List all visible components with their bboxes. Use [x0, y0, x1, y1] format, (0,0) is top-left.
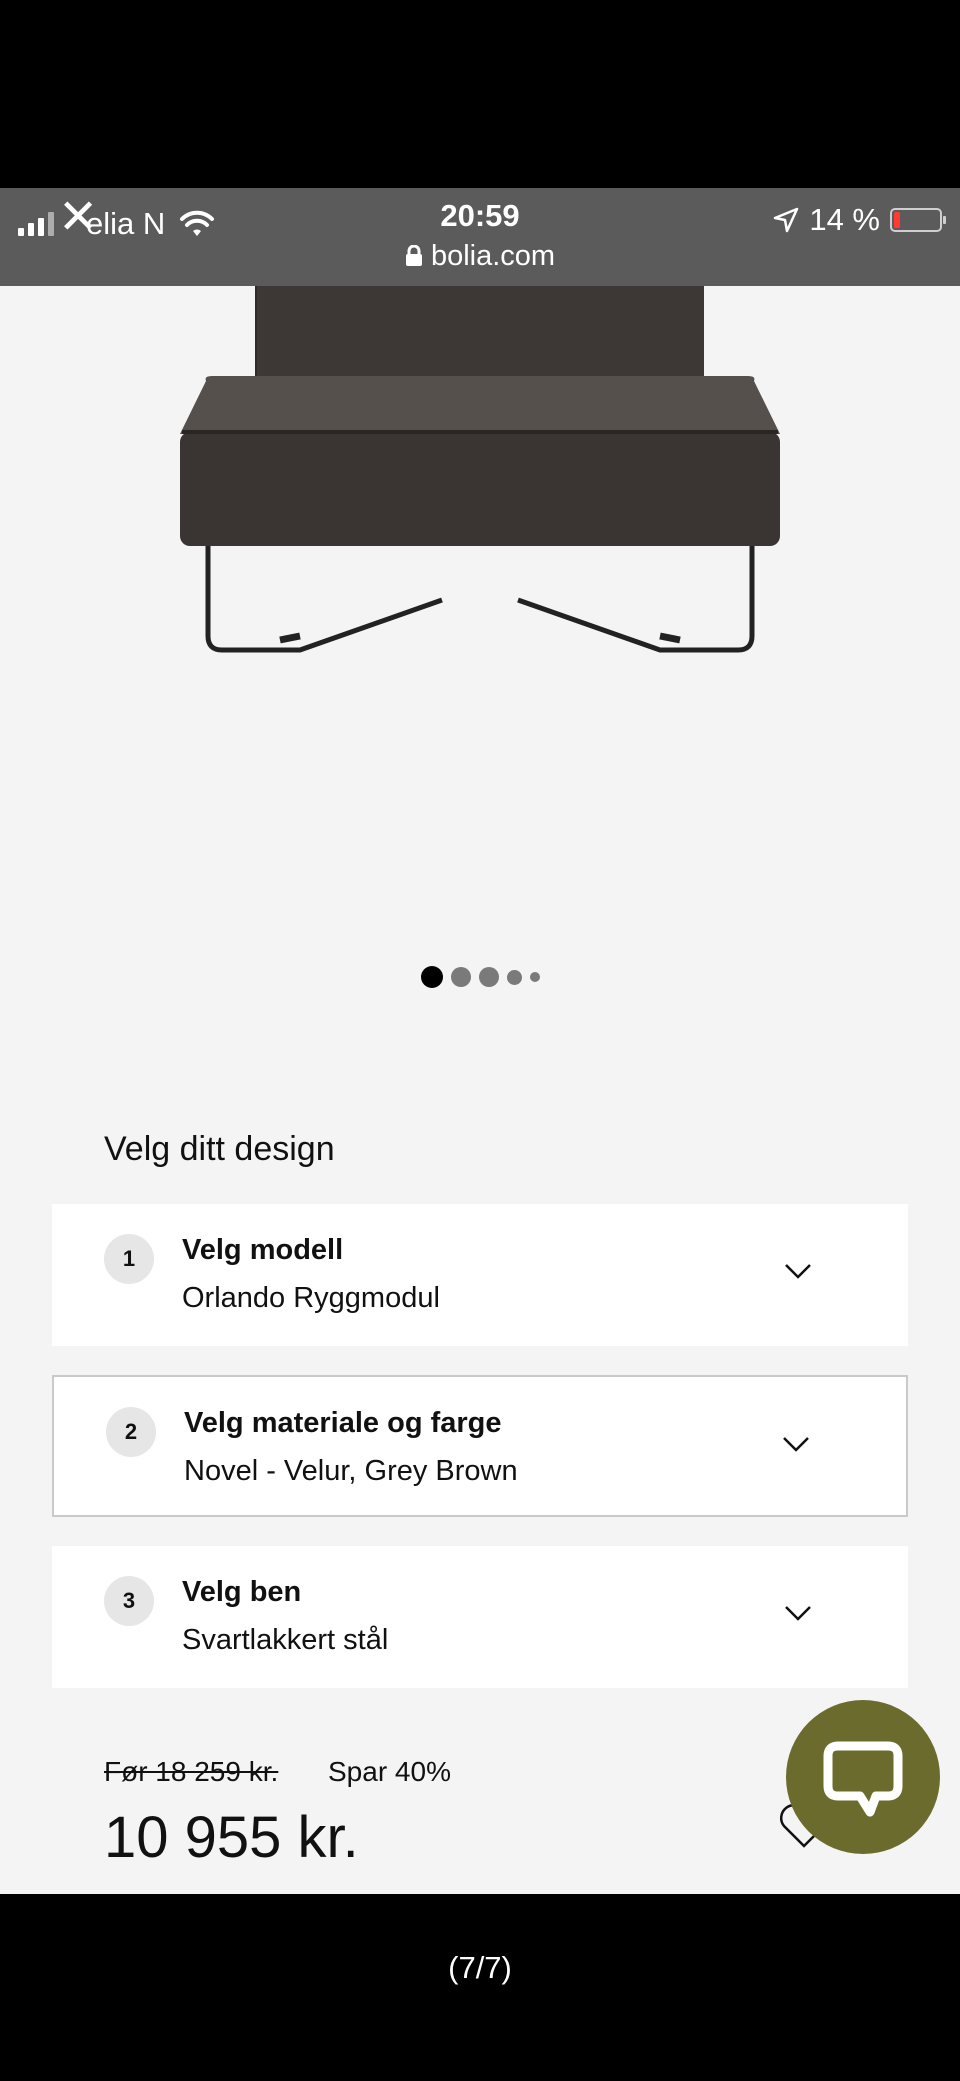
carousel-dots [0, 966, 960, 988]
battery-percent: 14 % [809, 202, 880, 237]
bottom-letterbox: (7/7) [0, 1894, 960, 2081]
step-value: Orlando Ryggmodul [182, 1282, 440, 1314]
step-number: 1 [104, 1234, 154, 1284]
step-material[interactable]: 2 Velg materiale og farge Novel - Velur,… [52, 1375, 908, 1517]
status-bar: elia N ✕ 20:59 bolia.com 14 % [0, 188, 960, 286]
step-title: Velg modell [182, 1234, 344, 1266]
top-letterbox [0, 0, 960, 188]
original-price: Før 18 259 kr. [104, 1756, 279, 1787]
url-text: bolia.com [430, 240, 556, 272]
chat-bubble-icon [823, 1741, 903, 1817]
battery-icon [890, 208, 946, 232]
carousel-dot[interactable] [420, 966, 443, 988]
step-number: 2 [106, 1407, 156, 1457]
product-page: Velg ditt design 1 Velg modell Orlando R… [0, 286, 960, 1894]
step-number: 3 [104, 1576, 154, 1626]
step-value: Novel - Velur, Grey Brown [184, 1455, 518, 1487]
address-bar[interactable]: bolia.com [0, 240, 960, 273]
current-price: 10 955 kr. [104, 1805, 359, 1870]
savings-label: Spar 40% [328, 1756, 451, 1787]
step-value: Svartlakkert stål [182, 1624, 389, 1656]
chat-button[interactable] [786, 1700, 940, 1854]
image-counter: (7/7) [448, 1950, 512, 1985]
step-title: Velg ben [182, 1576, 302, 1608]
lock-icon [405, 244, 422, 266]
chevron-down-icon [785, 1606, 811, 1621]
chevron-down-icon [785, 1264, 811, 1279]
carousel-dot[interactable] [529, 972, 540, 982]
step-model[interactable]: 1 Velg modell Orlando Ryggmodul [52, 1204, 908, 1346]
carousel-dot[interactable] [478, 967, 499, 987]
design-section-title: Velg ditt design [104, 1130, 335, 1168]
step-title: Velg materiale og farge [184, 1407, 502, 1439]
location-arrow-icon [774, 207, 799, 233]
step-legs[interactable]: 3 Velg ben Svartlakkert stål [52, 1546, 908, 1688]
status-right: 14 % [773, 202, 946, 238]
carousel-dot[interactable] [450, 967, 471, 987]
product-image[interactable] [0, 286, 960, 686]
carousel-dot[interactable] [506, 969, 522, 985]
chevron-down-icon [783, 1437, 809, 1452]
